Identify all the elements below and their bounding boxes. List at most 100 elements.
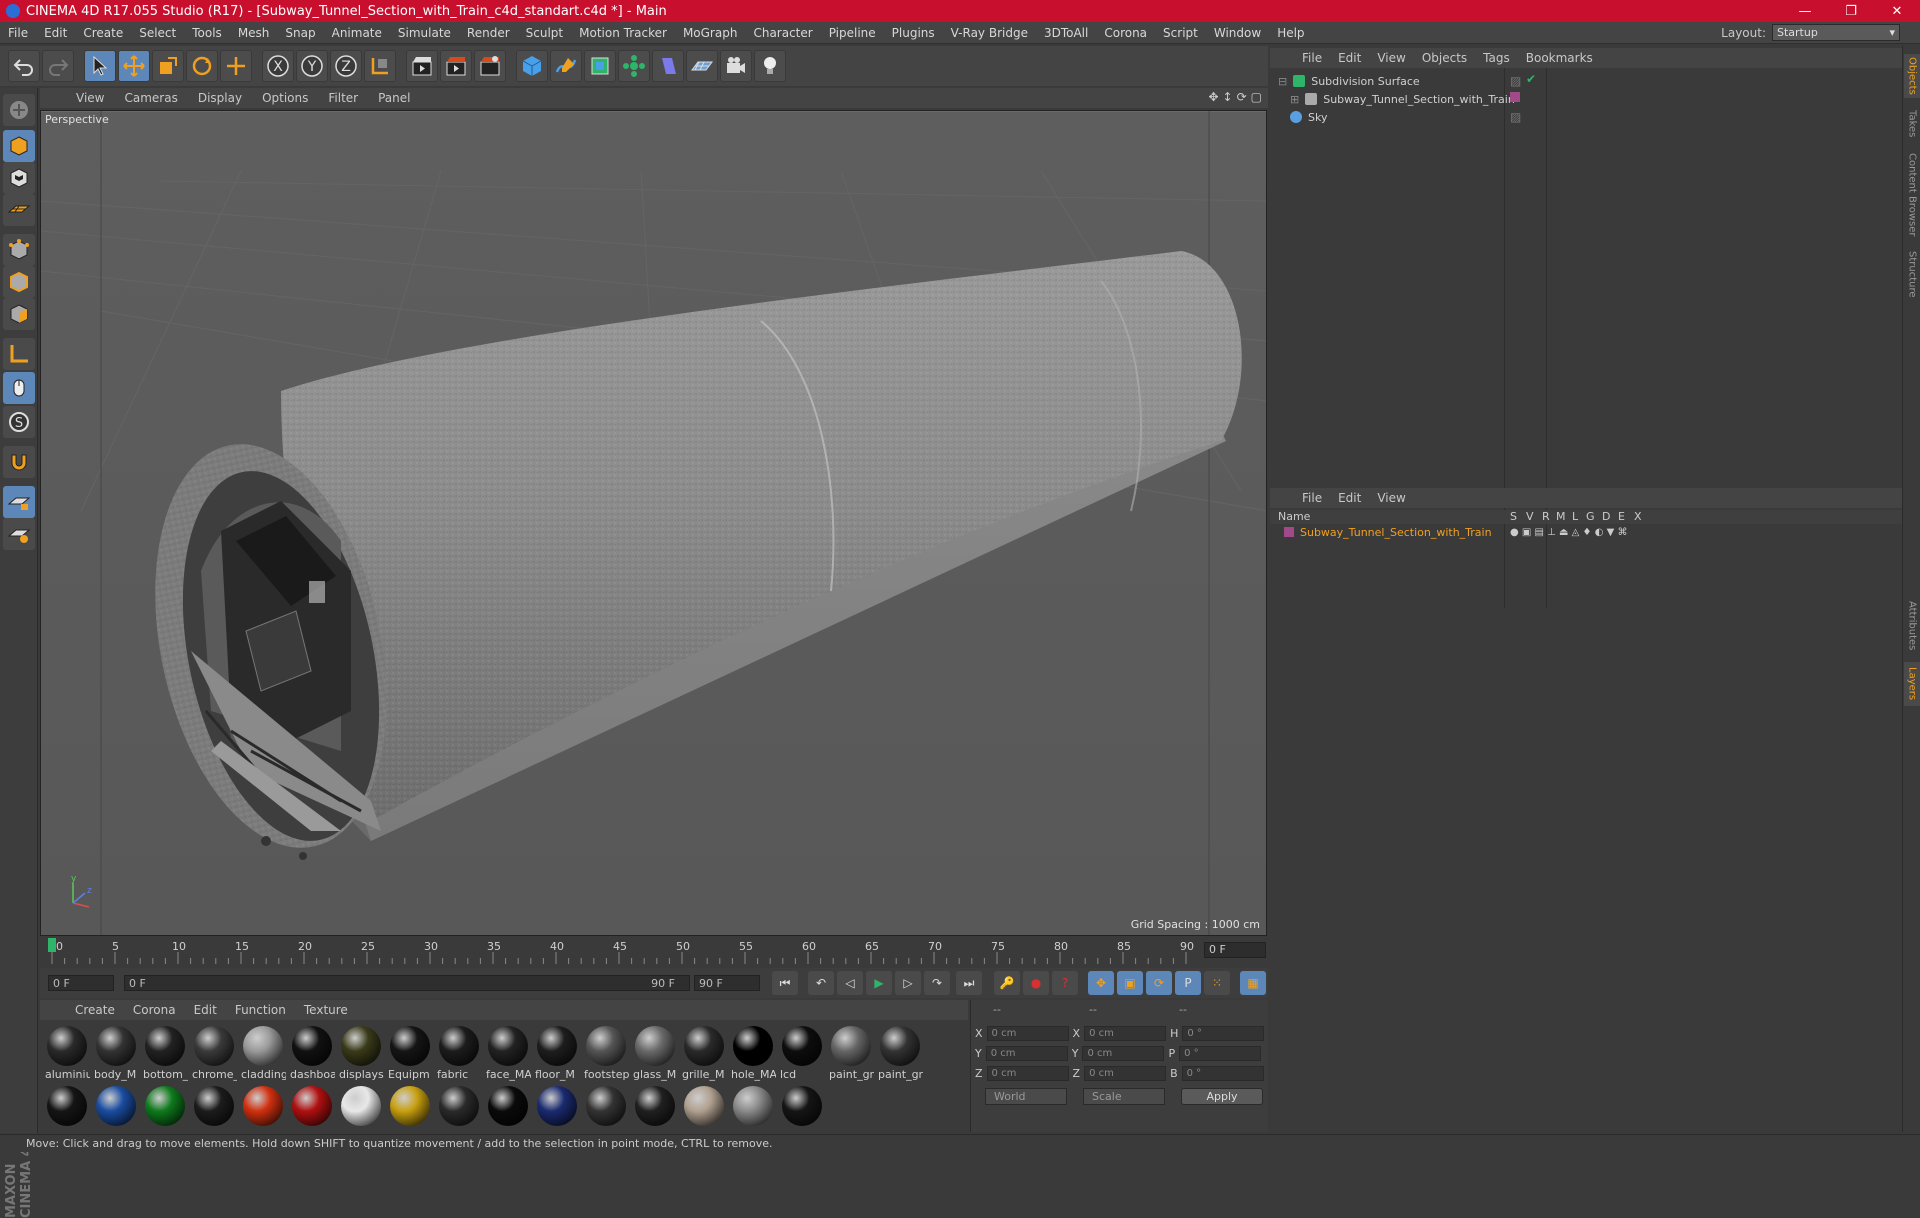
- restore-button[interactable]: ❐: [1828, 0, 1874, 22]
- material-swatch[interactable]: paint_gr: [877, 1024, 923, 1082]
- menu-create[interactable]: Create: [75, 26, 131, 40]
- snap-button[interactable]: [3, 446, 35, 478]
- timeline-ruler[interactable]: 0 5 10 15 20 25 30 35 40 45 50 55 60 65 …: [40, 938, 1268, 968]
- layer-menu-view[interactable]: View: [1369, 491, 1413, 505]
- menu-motion-tracker[interactable]: Motion Tracker: [571, 26, 675, 40]
- coordinate-system-button[interactable]: [364, 50, 396, 82]
- menu-render[interactable]: Render: [459, 26, 518, 40]
- material-swatch[interactable]: floor_M: [534, 1024, 580, 1082]
- menu-help[interactable]: Help: [1269, 26, 1312, 40]
- menu-window[interactable]: Window: [1206, 26, 1269, 40]
- preview-range-slider[interactable]: 0 F 90 F: [124, 975, 690, 991]
- rotation-p-field[interactable]: 0 °: [1179, 1045, 1262, 1061]
- record-rotation-button[interactable]: ⟳: [1146, 971, 1172, 995]
- material-swatch[interactable]: footstep: [583, 1024, 629, 1082]
- layer-row[interactable]: Subway_Tunnel_Section_with_Train ● ▣ ▤ ⊥…: [1270, 524, 1902, 540]
- tab-objects[interactable]: Objects: [1904, 54, 1920, 98]
- object-menu-bookmarks[interactable]: Bookmarks: [1518, 51, 1601, 65]
- texture-mode-button[interactable]: [3, 162, 35, 194]
- material-menu-function[interactable]: Function: [226, 1003, 295, 1017]
- menu-pipeline[interactable]: Pipeline: [821, 26, 884, 40]
- layer-tag-icon[interactable]: ▨: [1510, 74, 1521, 88]
- menu-script[interactable]: Script: [1155, 26, 1206, 40]
- y-axis-lock-button[interactable]: Y: [296, 50, 328, 82]
- next-key-button[interactable]: ↷: [924, 971, 950, 995]
- add-spline-button[interactable]: [550, 50, 582, 82]
- go-to-end-button[interactable]: ⏭: [956, 971, 982, 995]
- orbit-view-icon[interactable]: ⟳: [1237, 90, 1247, 104]
- expand-icon[interactable]: ⊞: [1290, 93, 1299, 106]
- enabled-check-icon[interactable]: ✔: [1526, 72, 1536, 86]
- size-mode-select[interactable]: Scale: [1083, 1088, 1165, 1105]
- edges-mode-button[interactable]: [3, 266, 35, 298]
- menu-animate[interactable]: Animate: [324, 26, 390, 40]
- minimize-button[interactable]: —: [1782, 0, 1828, 22]
- workplane-lock-button[interactable]: [3, 486, 35, 518]
- menu-file[interactable]: File: [0, 26, 36, 40]
- add-mograph-button[interactable]: [618, 50, 650, 82]
- timeline-window-button[interactable]: ▦: [1240, 971, 1266, 995]
- solo-button[interactable]: S: [3, 406, 35, 438]
- menu-vray-bridge[interactable]: V-Ray Bridge: [943, 26, 1036, 40]
- undo-button[interactable]: [8, 50, 40, 82]
- viewport-menu-filter[interactable]: Filter: [318, 91, 368, 105]
- maximize-view-icon[interactable]: ▢: [1251, 90, 1262, 104]
- menu-plugins[interactable]: Plugins: [884, 26, 943, 40]
- material-swatch[interactable]: grille_M: [681, 1024, 727, 1082]
- menu-edit[interactable]: Edit: [36, 26, 75, 40]
- previous-frame-button[interactable]: ◁: [837, 971, 863, 995]
- layer-toggle-icons[interactable]: ● ▣ ▤ ⊥ ⏏ ◬ ♦ ◐ ▼ ⌘: [1510, 527, 1627, 538]
- z-axis-lock-button[interactable]: Z: [330, 50, 362, 82]
- add-subdivision-button[interactable]: [584, 50, 616, 82]
- layer-tag-icon[interactable]: ▨: [1510, 110, 1521, 124]
- material-swatch[interactable]: aluminiu: [44, 1024, 90, 1082]
- tab-structure[interactable]: Structure: [1904, 246, 1920, 302]
- material-swatch[interactable]: dashboa: [289, 1024, 335, 1082]
- add-cube-button[interactable]: [516, 50, 548, 82]
- material-swatch[interactable]: face_MA: [485, 1024, 531, 1082]
- menu-sculpt[interactable]: Sculpt: [518, 26, 571, 40]
- material-swatch[interactable]: displays: [338, 1024, 384, 1082]
- menu-mesh[interactable]: Mesh: [230, 26, 278, 40]
- material-menu-edit[interactable]: Edit: [185, 1003, 226, 1017]
- render-view-button[interactable]: [406, 50, 438, 82]
- object-menu-objects[interactable]: Objects: [1414, 51, 1475, 65]
- keyframe-selection-button[interactable]: 🔑: [994, 971, 1020, 995]
- object-row-subway-tunnel[interactable]: ⊞ Subway_Tunnel_Section_with_Train: [1270, 90, 1902, 108]
- layer-color-swatch[interactable]: [1284, 527, 1294, 537]
- menu-simulate[interactable]: Simulate: [390, 26, 459, 40]
- play-button[interactable]: ▶: [866, 971, 892, 995]
- material-swatch[interactable]: Equipm: [387, 1024, 433, 1082]
- material-swatch[interactable]: body_M: [93, 1024, 139, 1082]
- object-menu-file[interactable]: File: [1294, 51, 1330, 65]
- close-button[interactable]: ✕: [1874, 0, 1920, 22]
- dolly-view-icon[interactable]: ↕: [1223, 90, 1233, 104]
- collapse-icon[interactable]: ⊟: [1278, 75, 1287, 88]
- start-frame-field[interactable]: 0 F: [48, 975, 114, 991]
- menu-character[interactable]: Character: [745, 26, 820, 40]
- make-editable-button[interactable]: [3, 94, 35, 126]
- tab-takes[interactable]: Takes: [1904, 104, 1920, 144]
- object-row-subdivision-surface[interactable]: ⊟ Subdivision Surface: [1270, 72, 1902, 90]
- current-frame-field[interactable]: 0 F: [1204, 942, 1266, 958]
- record-button[interactable]: ●: [1023, 971, 1049, 995]
- polygons-mode-button[interactable]: [3, 298, 35, 330]
- layer-color-swatch[interactable]: [1510, 92, 1520, 102]
- position-y-field[interactable]: 0 cm: [985, 1045, 1068, 1061]
- go-to-start-button[interactable]: ⏮: [772, 971, 798, 995]
- position-z-field[interactable]: 0 cm: [986, 1065, 1069, 1081]
- material-swatch[interactable]: chrome_: [191, 1024, 237, 1082]
- menu-3dtoall[interactable]: 3DToAll: [1036, 26, 1096, 40]
- add-deformer-button[interactable]: [652, 50, 684, 82]
- material-swatch[interactable]: paint_gr: [828, 1024, 874, 1082]
- rotation-h-field[interactable]: 0 °: [1182, 1025, 1265, 1041]
- material-menu-corona[interactable]: Corona: [124, 1003, 185, 1017]
- size-x-field[interactable]: 0 cm: [1084, 1025, 1167, 1041]
- menu-corona[interactable]: Corona: [1096, 26, 1155, 40]
- model-mode-button[interactable]: [3, 130, 35, 162]
- tab-content-browser[interactable]: Content Browser: [1904, 150, 1920, 240]
- move-tool-button[interactable]: [118, 50, 150, 82]
- viewport-menu-cameras[interactable]: Cameras: [114, 91, 187, 105]
- material-swatch[interactable]: glass_M: [632, 1024, 678, 1082]
- menu-snap[interactable]: Snap: [277, 26, 323, 40]
